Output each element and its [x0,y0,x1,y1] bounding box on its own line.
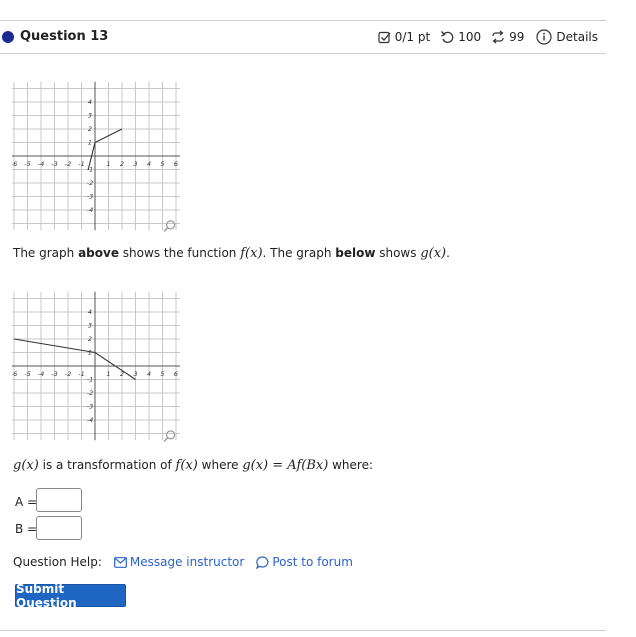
checkbox-icon [378,31,391,43]
envelope-icon [113,556,127,568]
x-tick-label: 1 [106,160,110,168]
y-tick-label: -1 [87,166,93,174]
y-tick-label: 1 [88,139,92,147]
function-curve [13,338,136,380]
y-tick-label: 2 [88,335,92,343]
description-line-2: g(x) is a transformation of f(x) where g… [13,458,374,473]
x-tick-label: 3 [133,160,137,168]
y-tick-label: -4 [87,416,93,424]
y-tick-label: 3 [88,322,92,330]
question-meta: 0/1 pt 100 99 Details [378,29,598,45]
question-help: Question Help: Message instructor Post t… [13,555,353,569]
y-tick-label: 2 [88,125,92,133]
x-tick-label: -5 [24,370,30,378]
x-tick-label: -6 [12,160,17,168]
magnifier-icon[interactable] [163,220,176,232]
graph-f: -6 -5 -4 -3 -2 -1 1 2 3 4 5 6 4 3 2 1 -1 -2 -3 -4 [12,81,181,232]
question-header: Question 13 0/1 pt 100 99 Details [0,21,606,54]
speech-bubble-icon [256,555,269,569]
repeat-icon [492,30,504,44]
y-tick-label: -3 [87,403,93,411]
x-tick-label: 6 [174,160,178,168]
y-tick-label: -3 [87,193,93,201]
x-tick-label: -6 [12,370,17,378]
a-input[interactable] [36,488,82,512]
post-to-forum-text[interactable]: Post to forum [272,555,353,569]
undo-icon [441,31,454,43]
y-tick-label: -2 [87,179,93,187]
description-line-1: The graph above shows the function f(x).… [13,246,450,261]
x-tick-label: 3 [133,370,137,378]
x-tick-label: 5 [160,160,164,168]
x-tick-label: -1 [78,160,84,168]
retries-count: 100 [458,30,482,44]
x-tick-label: -4 [38,370,44,378]
y-tick-label: -1 [87,376,93,384]
x-tick-label: -2 [65,160,71,168]
submit-question-button[interactable]: Submit Question [15,582,126,610]
a-label: A = [15,495,38,509]
x-tick-label: -3 [51,160,57,168]
attempts-count: 99 [509,30,525,44]
message-instructor-link[interactable]: Message instructor [113,555,244,569]
y-tick-label: -2 [87,389,93,397]
b-input[interactable] [36,516,82,540]
magnifier-icon[interactable] [163,430,176,442]
y-tick-label: 4 [88,98,92,106]
b-label: B = [15,522,38,536]
y-tick-label: -4 [87,206,93,214]
y-tick-label: 4 [88,308,92,316]
graph-g: -6-5-4-3-2-11234564321-1-2-3-4 [12,291,181,442]
x-tick-label: 4 [147,160,151,168]
y-tick-label: 1 [88,349,92,357]
y-tick-label: 3 [88,112,92,120]
x-tick-label: -5 [24,160,30,168]
x-tick-label: 4 [147,370,151,378]
x-tick-label: 5 [160,370,164,378]
x-tick-label: -1 [78,370,84,378]
x-tick-label: -3 [51,370,57,378]
function-curve [87,128,123,170]
post-to-forum-link[interactable]: Post to forum [256,555,353,569]
x-tick-label: -2 [65,370,71,378]
status-dot [2,31,14,43]
question-title: Question 13 [20,29,109,44]
info-icon[interactable] [536,29,552,45]
x-tick-label: 6 [174,370,178,378]
message-instructor-text[interactable]: Message instructor [130,555,244,569]
x-tick-label: 1 [106,370,110,378]
bottom-divider [0,630,606,631]
score-text: 0/1 pt [394,30,431,44]
help-label: Question Help: [13,555,102,569]
details-link[interactable]: Details [556,30,598,44]
x-tick-label: -4 [38,160,44,168]
x-tick-label: 2 [120,160,124,168]
